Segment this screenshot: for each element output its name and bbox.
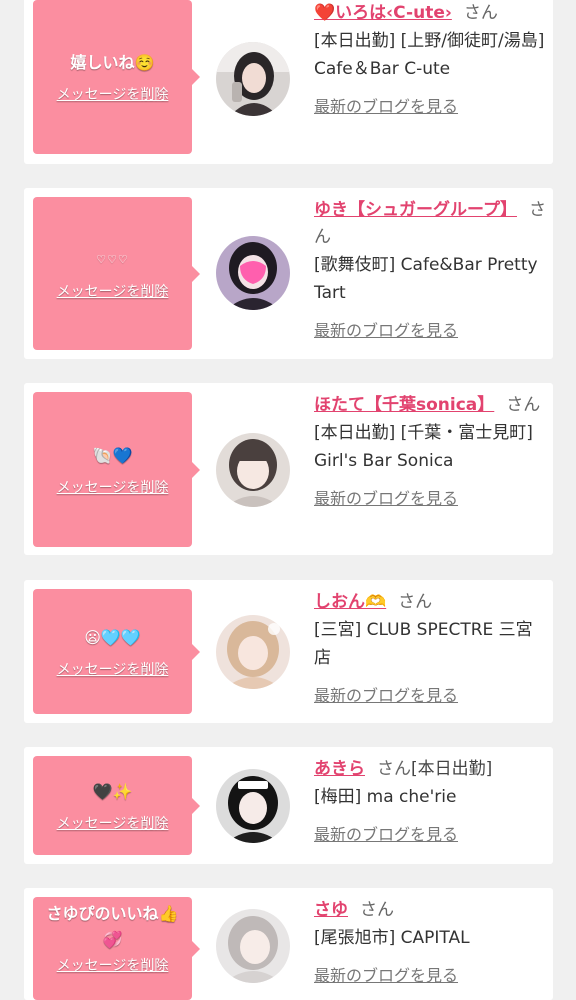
cast-name-link[interactable]: ほたて【千葉sonica】 (314, 395, 494, 415)
message-text: ♡♡♡ (96, 252, 129, 266)
cast-name-link[interactable]: しおん🫶 (314, 592, 386, 612)
cast-info: さゆ さん [尾張旭市] CAPITAL 最新のブログを見る (314, 897, 546, 986)
delete-message-link[interactable]: メッセージを削除 (57, 283, 169, 301)
message-bubble: 😦🩵🩵 メッセージを削除 (33, 589, 200, 714)
message-text: 😦🩵🩵 (84, 627, 141, 647)
latest-blog-link[interactable]: 最新のブログを見る (314, 321, 458, 341)
shop-info: [歌舞伎町] Cafe&Bar Pretty Tart (314, 255, 538, 303)
latest-blog-link[interactable]: 最新のブログを見る (314, 686, 458, 706)
attendance-note: [本日出勤] (411, 759, 493, 779)
cast-info: あきら さん[本日出勤] [梅田] ma che'rie 最新のブログを見る (314, 756, 546, 845)
honorific: さん (506, 395, 541, 415)
delete-message-link[interactable]: メッセージを削除 (57, 86, 169, 104)
delete-message-link[interactable]: メッセージを削除 (57, 661, 169, 679)
latest-blog-link[interactable]: 最新のブログを見る (314, 966, 458, 986)
avatar[interactable] (216, 42, 290, 116)
cast-info: ほたて【千葉sonica】 さん [本日出勤] [千葉・富士見町] Girl's … (314, 392, 546, 509)
message-bubble: ♡♡♡ メッセージを削除 (33, 197, 200, 350)
favorite-card: 😦🩵🩵 メッセージを削除 しおん🫶 さん [三宮] CLUB SPECTRE 三宮… (24, 580, 553, 723)
favorites-list: 嬉しいね☺️ メッセージを削除 ❤️いろは‹C-ute› さん [本日出勤] [上… (0, 0, 576, 1000)
cast-info: しおん🫶 さん [三宮] CLUB SPECTRE 三宮店 最新のブログを見る (314, 589, 546, 706)
favorite-card: 嬉しいね☺️ メッセージを削除 ❤️いろは‹C-ute› さん [本日出勤] [上… (24, 0, 553, 164)
message-text: 🐚💙 (92, 445, 133, 465)
message-text: 嬉しいね☺️ (70, 53, 155, 72)
honorific: さん (398, 592, 433, 612)
message-bubble: 嬉しいね☺️ メッセージを削除 (33, 0, 200, 154)
favorite-card: 🖤✨ メッセージを削除 あきら さん[本日出勤] [梅田] ma che'rie … (24, 747, 553, 864)
avatar[interactable] (216, 236, 290, 310)
cast-info: ゆき【シュガーグループ】 さん [歌舞伎町] Cafe&Bar Pretty Ta… (314, 197, 546, 341)
message-text: 🖤✨ (92, 781, 133, 801)
message-bubble: 🖤✨ メッセージを削除 (33, 756, 200, 855)
delete-message-link[interactable]: メッセージを削除 (57, 957, 169, 975)
shop-info: [尾張旭市] CAPITAL (314, 928, 470, 948)
message-bubble: さゆぴのいいね👍💞 メッセージを削除 (33, 897, 200, 1000)
avatar[interactable] (216, 433, 290, 507)
delete-message-link[interactable]: メッセージを削除 (57, 815, 169, 833)
shop-info: [三宮] CLUB SPECTRE 三宮店 (314, 620, 533, 668)
favorite-card: ♡♡♡ メッセージを削除 ゆき【シュガーグループ】 さん [歌舞伎町] Cafe&… (24, 188, 553, 359)
message-text: さゆぴのいいね👍💞 (46, 904, 179, 949)
honorific: さん (377, 759, 411, 779)
cast-name-link[interactable]: ❤️いろは‹C-ute› (314, 3, 452, 23)
latest-blog-link[interactable]: 最新のブログを見る (314, 97, 458, 117)
cast-name-link[interactable]: あきら (314, 759, 365, 779)
shop-info: [本日出勤] [千葉・富士見町] Girl's Bar Sonica (314, 423, 533, 471)
avatar[interactable] (216, 909, 290, 983)
latest-blog-link[interactable]: 最新のブログを見る (314, 489, 458, 509)
cast-name-link[interactable]: ゆき【シュガーグループ】 (314, 200, 517, 220)
cast-name-link[interactable]: さゆ (314, 900, 348, 920)
shop-info: [本日出勤] [上野/御徒町/湯島] Cafe＆Bar C-ute (314, 31, 545, 79)
delete-message-link[interactable]: メッセージを削除 (57, 479, 169, 497)
avatar[interactable] (216, 615, 290, 689)
honorific: さん (463, 3, 498, 23)
favorite-card: 🐚💙 メッセージを削除 ほたて【千葉sonica】 さん [本日出勤] [千葉・富… (24, 383, 553, 555)
latest-blog-link[interactable]: 最新のブログを見る (314, 825, 458, 845)
favorite-card: さゆぴのいいね👍💞 メッセージを削除 さゆ さん [尾張旭市] CAPITAL 最… (24, 888, 553, 1000)
message-bubble: 🐚💙 メッセージを削除 (33, 392, 200, 547)
honorific: さん (360, 900, 394, 920)
avatar[interactable] (216, 769, 290, 843)
cast-info: ❤️いろは‹C-ute› さん [本日出勤] [上野/御徒町/湯島] Cafe＆B… (314, 0, 546, 117)
shop-info: [梅田] ma che'rie (314, 787, 457, 807)
